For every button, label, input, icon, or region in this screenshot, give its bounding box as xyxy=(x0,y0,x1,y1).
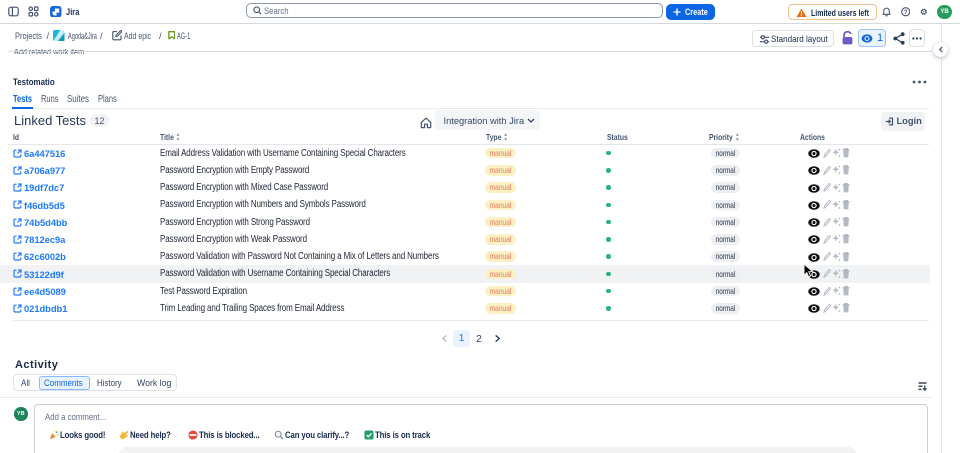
svg-text:?: ? xyxy=(903,10,907,16)
